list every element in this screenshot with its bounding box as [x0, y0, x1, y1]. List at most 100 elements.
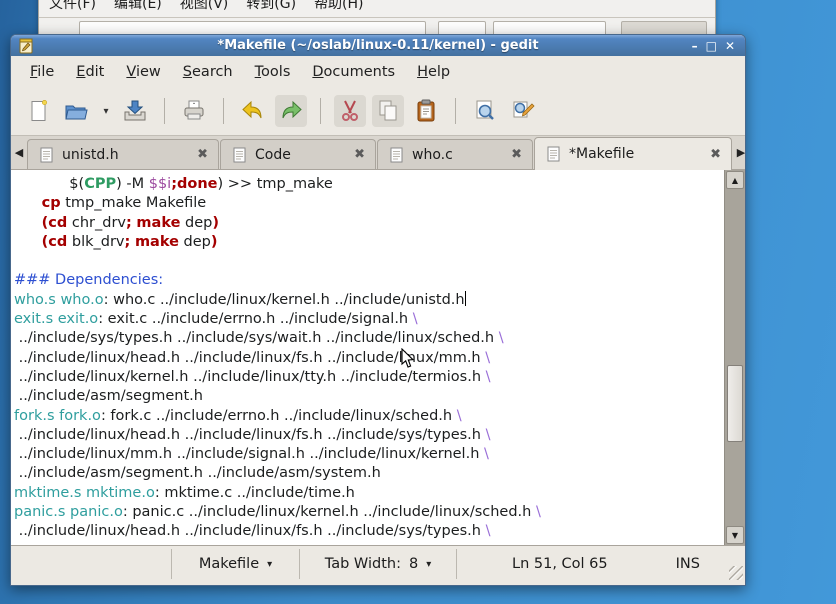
background-menubar: 文件(F) 编辑(E) 视图(V) 转到(G) 帮助(H) [39, 0, 715, 18]
find-replace-button[interactable] [507, 95, 539, 127]
background-menu-item[interactable]: 编辑(E) [114, 0, 162, 13]
tab-label: Code [255, 147, 291, 163]
background-menu-item[interactable]: 转到(G) [246, 0, 296, 13]
document-icon [547, 146, 560, 162]
tab-code[interactable]: Code ✖ [220, 139, 376, 169]
tab-scroll-right-icon[interactable]: ▶ [733, 135, 746, 169]
cut-button[interactable] [334, 95, 366, 127]
new-document-icon [27, 99, 51, 123]
background-menu-item[interactable]: 视图(V) [180, 0, 229, 13]
menu-search[interactable]: Search [174, 62, 242, 82]
tab-close-icon[interactable]: ✖ [332, 147, 365, 162]
code-line: ../include/linux/head.h ../include/linux… [14, 522, 724, 541]
tab-scroll-left-icon[interactable]: ◀ [11, 135, 27, 169]
save-button[interactable] [119, 95, 151, 127]
vertical-scrollbar[interactable]: ▲ ▼ [724, 170, 745, 545]
print-icon [181, 98, 207, 124]
tab-close-icon[interactable]: ✖ [688, 147, 721, 162]
code-line: mktime.s mktime.o: mktime.c ../include/t… [14, 484, 724, 503]
menu-view[interactable]: View [117, 62, 169, 82]
scrollbar-thumb[interactable] [727, 365, 743, 442]
close-button[interactable]: ✕ [725, 37, 735, 55]
menubar: FileEditViewSearchToolsDocumentsHelp [11, 56, 745, 87]
code-line: ../include/asm/segment.h [14, 387, 724, 406]
scroll-up-icon[interactable]: ▲ [726, 171, 744, 189]
background-menu-item[interactable]: 文件(F) [49, 0, 96, 13]
tab-label: unistd.h [62, 147, 119, 163]
chevron-down-icon: ▾ [426, 559, 431, 570]
redo-button[interactable] [275, 95, 307, 127]
cursor-position: Ln 51, Col 65 [512, 556, 608, 572]
copy-button[interactable] [372, 95, 404, 127]
code-line: panic.s panic.o: panic.c ../include/linu… [14, 503, 724, 522]
toolbar-separator [223, 98, 224, 124]
minimize-button[interactable]: – [692, 37, 698, 55]
editor-area[interactable]: $(CPP) -M $$i;done) >> tmp_make cp tmp_m… [11, 170, 745, 546]
background-input-field[interactable] [79, 21, 426, 35]
tab-close-icon[interactable]: ✖ [175, 147, 208, 162]
find-button[interactable] [469, 95, 501, 127]
tab-close-icon[interactable]: ✖ [489, 147, 522, 162]
tab-width-selector[interactable]: Tab Width: 8 ▾ [300, 556, 456, 572]
language-selector[interactable]: Makefile ▾ [172, 556, 299, 572]
code-line: (cd blk_drv; make dep) [14, 233, 724, 252]
menu-help[interactable]: Help [408, 62, 459, 82]
background-toolbar [39, 18, 715, 35]
tab-makefile[interactable]: *Makefile ✖ [534, 137, 732, 170]
tab-unistd.h[interactable]: unistd.h ✖ [27, 139, 219, 169]
menu-edit[interactable]: Edit [67, 62, 113, 82]
tab-width-label: Tab Width: [325, 556, 401, 572]
resize-grip[interactable] [729, 566, 743, 580]
toolbar-separator [164, 98, 165, 124]
code-line: ../include/linux/head.h ../include/linux… [14, 349, 724, 368]
code-line: ../include/asm/segment.h ../include/asm/… [14, 464, 724, 483]
undo-button[interactable] [237, 95, 269, 127]
code-content: $(CPP) -M $$i;done) >> tmp_make cp tmp_m… [11, 170, 724, 545]
paste-icon [413, 98, 439, 124]
code-line: ../include/linux/mm.h ../include/signal.… [14, 445, 724, 464]
titlebar[interactable]: *Makefile (~/oslab/linux-0.11/kernel) - … [11, 35, 745, 56]
gedit-window: *Makefile (~/oslab/linux-0.11/kernel) - … [10, 34, 746, 586]
code-line: ../include/sys/types.h ../include/sys/wa… [14, 329, 724, 348]
toolbar-separator [455, 98, 456, 124]
code-line: ### Dependencies: [14, 271, 724, 290]
tab-bar: ◀ unistd.h ✖ Code ✖ who.c ✖ *Makefile ✖ ▶ [11, 135, 745, 170]
window-title: *Makefile (~/oslab/linux-0.11/kernel) - … [11, 38, 745, 53]
code-line: ../include/linux/head.h ../include/linux… [14, 426, 724, 445]
code-line: cp tmp_make Makefile [14, 194, 724, 213]
tab-label: *Makefile [569, 146, 634, 162]
input-mode: INS [676, 556, 700, 572]
document-icon [233, 147, 246, 163]
open-button[interactable] [61, 95, 93, 127]
tab-who.c[interactable]: who.c ✖ [377, 139, 533, 169]
open-dropdown-icon[interactable]: ▾ [99, 95, 113, 127]
scroll-down-icon[interactable]: ▼ [726, 526, 744, 544]
code-line: ../include/linux/kernel.h ../include/lin… [14, 368, 724, 387]
menu-tools[interactable]: Tools [246, 62, 300, 82]
print-button[interactable] [178, 95, 210, 127]
find-replace-icon [510, 98, 536, 124]
mouse-pointer [401, 348, 415, 369]
cut-icon [337, 98, 363, 124]
document-icon [390, 147, 403, 163]
language-label: Makefile [199, 556, 259, 572]
code-line: exit.s exit.o: exit.c ../include/errno.h… [14, 310, 724, 329]
maximize-button[interactable]: □ [706, 37, 717, 55]
toolbar-separator [320, 98, 321, 124]
tab-width-value: 8 [409, 556, 418, 572]
code-line: fork.s fork.o: fork.c ../include/errno.h… [14, 407, 724, 426]
menu-file[interactable]: File [21, 62, 63, 82]
new-document-button[interactable] [23, 95, 55, 127]
tab-label: who.c [412, 147, 453, 163]
background-window: 文件(F) 编辑(E) 视图(V) 转到(G) 帮助(H) [38, 0, 716, 35]
chevron-down-icon: ▾ [267, 559, 272, 570]
save-icon [122, 98, 148, 124]
background-field[interactable] [493, 21, 606, 35]
background-menu-item[interactable]: 帮助(H) [314, 0, 363, 13]
menu-documents[interactable]: Documents [303, 62, 404, 82]
paste-button[interactable] [410, 95, 442, 127]
code-line: $(CPP) -M $$i;done) >> tmp_make [14, 175, 724, 194]
redo-icon [278, 98, 304, 124]
background-small-field[interactable] [438, 21, 486, 35]
background-button[interactable] [621, 21, 707, 35]
